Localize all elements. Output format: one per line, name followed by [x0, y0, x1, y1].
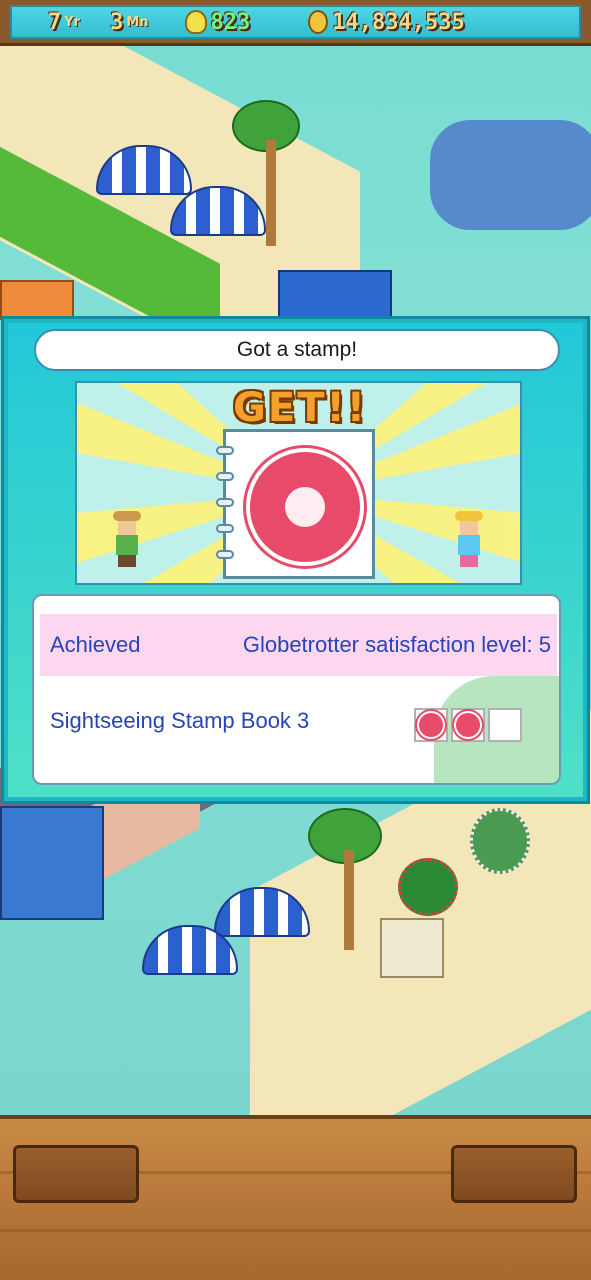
status-bar-panel: 7 Yr 3 Mn 823 14,834,535	[10, 5, 581, 39]
left-menu-button[interactable]	[13, 1145, 139, 1203]
stamp-notebook	[216, 429, 375, 579]
coin-icon	[308, 10, 329, 34]
get-banner: GET!!	[233, 385, 367, 431]
wood-plank-line	[0, 1229, 591, 1232]
hibiscus-stamp-icon	[246, 448, 364, 566]
right-menu-button[interactable]	[451, 1145, 577, 1203]
achievement-row: Achieved Globetrotter satisfaction level…	[40, 614, 557, 676]
notebook-ring	[216, 550, 234, 559]
palm-trunk	[266, 140, 276, 246]
white-flower-bush[interactable]	[470, 808, 530, 874]
beach-hut[interactable]	[380, 918, 444, 978]
hibiscus-bush[interactable]	[398, 858, 458, 916]
stamp-slots	[414, 708, 522, 742]
research-points: 823	[210, 9, 251, 35]
stamp-slot-filled	[414, 708, 448, 742]
tourist-character	[455, 511, 483, 571]
bottom-toolbar	[0, 1115, 591, 1280]
money-amount: 14,834,535	[332, 9, 465, 35]
notebook-ring	[216, 472, 234, 481]
explorer-character	[113, 511, 141, 571]
status-bar: 7 Yr 3 Mn 823 14,834,535	[0, 0, 591, 46]
stamp-book-label: Sightseeing Stamp Book 3	[50, 708, 310, 733]
dialog-title: Got a stamp!	[34, 329, 560, 371]
lightbulb-icon	[184, 10, 207, 34]
shop-building[interactable]	[0, 806, 104, 920]
hedge	[430, 120, 591, 230]
hibiscus-flower-icon	[285, 487, 325, 527]
palm-trunk	[344, 850, 354, 950]
notebook-ring	[216, 446, 234, 455]
stamp-slot-filled	[451, 708, 485, 742]
orange-roof-building[interactable]	[0, 280, 74, 320]
month-value: 3	[110, 9, 124, 35]
notebook-ring	[216, 498, 234, 507]
month-unit: Mn	[126, 14, 149, 30]
stamp-artwork: GET!!	[75, 381, 522, 585]
stamp-info-panel: Achieved Globetrotter satisfaction level…	[32, 594, 561, 785]
year-value: 7	[48, 9, 62, 35]
hibiscus-stamp-icon	[417, 711, 445, 739]
notebook-ring	[216, 524, 234, 533]
year-unit: Yr	[64, 14, 81, 30]
achieved-label: Achieved	[50, 632, 141, 657]
blue-roof-building[interactable]	[278, 270, 392, 320]
stamp-dialog[interactable]: Got a stamp! GET!! Achieved Globetrotter…	[1, 316, 590, 804]
achievement-text: Globetrotter satisfaction level: 5	[242, 632, 551, 657]
hibiscus-stamp-icon	[454, 711, 482, 739]
stamp-slot-empty	[488, 708, 522, 742]
